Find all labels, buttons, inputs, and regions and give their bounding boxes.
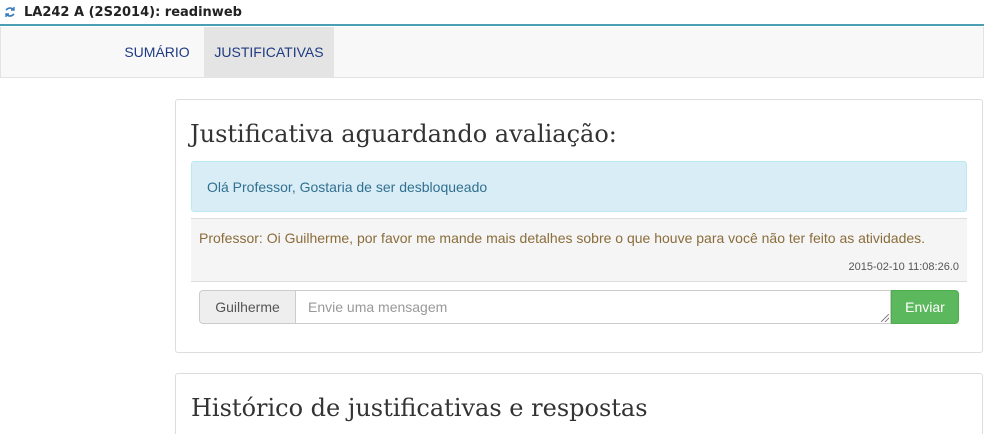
- reply-text: Professor: Oi Guilherme, por favor me ma…: [199, 230, 926, 246]
- history-panel: Histórico de justificativas e respostas: [175, 373, 983, 434]
- pending-heading: Justificativa aguardando avaliação:: [190, 120, 617, 148]
- tab-justificativas[interactable]: JUSTIFICATIVAS: [204, 27, 334, 77]
- window-titlebar: LA242 A (2S2014): readinweb: [0, 0, 984, 26]
- window-title: LA242 A (2S2014): readinweb: [24, 4, 242, 20]
- student-message-text: Olá Professor, Gostaria de ser desbloque…: [207, 178, 488, 195]
- reply-timestamp: 2015-02-10 11:08:26.0: [848, 261, 960, 273]
- professor-reply: Professor: Oi Guilherme, por favor me ma…: [191, 218, 967, 282]
- send-button[interactable]: Enviar: [891, 290, 959, 324]
- resize-handle-icon[interactable]: [881, 314, 889, 322]
- top-navbar: SUMÁRIO JUSTIFICATIVAS: [0, 27, 984, 78]
- pending-justification-panel: Justificativa aguardando avaliação: Olá …: [175, 99, 983, 353]
- history-heading: Histórico de justificativas e respostas: [191, 394, 648, 422]
- student-message: Olá Professor, Gostaria de ser desbloque…: [191, 161, 967, 212]
- user-label: Guilherme: [199, 290, 296, 324]
- tab-sumario[interactable]: SUMÁRIO: [111, 27, 203, 77]
- message-input-placeholder: Envie uma mensagem: [308, 299, 448, 315]
- compose-message-group: Guilherme Envie uma mensagem Enviar: [199, 290, 959, 324]
- message-input[interactable]: Envie uma mensagem: [296, 290, 891, 324]
- sync-arrows-icon: [4, 6, 16, 18]
